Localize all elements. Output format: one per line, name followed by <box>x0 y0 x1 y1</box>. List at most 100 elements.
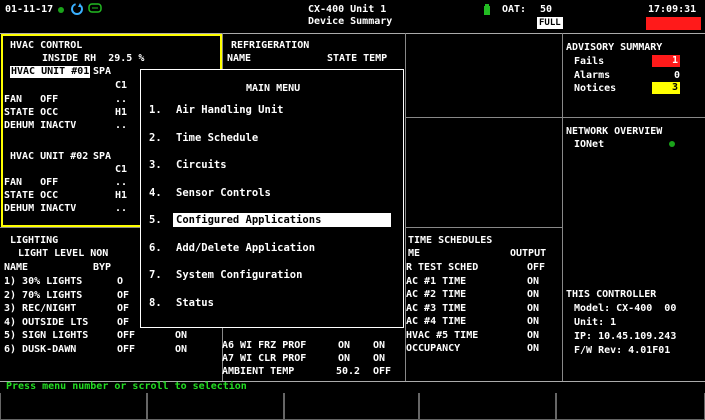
battery-icon <box>483 4 491 16</box>
refrigeration-row-temp: ON <box>373 340 386 351</box>
menu-item-number[interactable]: 2. <box>149 132 162 144</box>
menu-item-label[interactable]: Circuits <box>176 159 227 171</box>
oat-value: 50 <box>540 4 553 15</box>
lighting-row-name[interactable]: 5) SIGN LIGHTS <box>4 330 88 342</box>
lighting-row-name[interactable]: 1) 30% LIGHTS <box>4 276 82 288</box>
menu-item-label[interactable]: Add/Delete Application <box>176 242 315 254</box>
inside-rh: INSIDE RH 29.5 % <box>42 53 145 64</box>
hvac-unit-01-spa: SPA <box>93 66 112 77</box>
softkey-5[interactable] <box>556 393 705 420</box>
lighting-row-state: OF <box>117 316 130 328</box>
softkey-3[interactable] <box>284 393 419 420</box>
schedule-row-name[interactable]: AC #2 TIME <box>406 289 466 301</box>
menu-item-number[interactable]: 3. <box>149 159 162 171</box>
lighting-row-state: OFF <box>117 343 136 355</box>
lighting-row-state: OF <box>117 289 130 301</box>
lighting-row-name[interactable]: 6) DUSK-DAWN <box>4 344 76 356</box>
menu-item-label[interactable]: Time Schedule <box>176 132 258 144</box>
fails-label: Fails <box>574 56 605 67</box>
alarms-count[interactable]: 0 <box>674 70 680 82</box>
controller-model: Model: CX-400 00 <box>574 303 677 314</box>
time-schedules-col-output: OUTPUT <box>510 248 547 259</box>
hvac-unit-01-fan: FAN OFF <box>4 94 59 105</box>
hvac-unit-02-dehum-value: .. <box>115 203 128 214</box>
main-menu-dialog[interactable]: MAIN MENU 1. Air Handling Unit 2. Time Sche… <box>140 69 404 328</box>
menu-item-label[interactable]: Configured Applications <box>176 214 321 226</box>
network-header: NETWORK OVERVIEW <box>566 126 663 137</box>
lighting-row-name[interactable]: 4) OUTSIDE LTS <box>4 317 88 329</box>
menu-item-number[interactable]: 7. <box>149 269 162 281</box>
hvac-unit-01-state-value: H1 <box>115 107 128 118</box>
refresh-icon[interactable] <box>70 2 84 16</box>
refrigeration-row-state: ON <box>338 353 351 364</box>
softkey-2[interactable] <box>147 393 284 420</box>
hvac-unit-01-dehum-value: .. <box>115 120 128 131</box>
menu-item-number[interactable]: 8. <box>149 297 162 309</box>
softkey-4[interactable] <box>419 393 556 420</box>
lighting-header: LIGHTING <box>10 235 59 246</box>
clock-time: 17:09:31 <box>648 4 697 15</box>
menu-item-label[interactable]: System Configuration <box>176 269 302 281</box>
lighting-row-state: OF <box>117 303 130 314</box>
lighting-row-state: O <box>117 276 124 287</box>
status-prompt: Press menu number or scroll to selection <box>6 381 247 392</box>
hvac-header: HVAC CONTROL <box>10 40 83 51</box>
controller-title: CX-400 Unit 1 <box>308 4 387 15</box>
schedule-row-output: OFF <box>527 262 546 273</box>
ionet-label: IONet <box>574 139 605 150</box>
menu-item-label[interactable]: Air Handling Unit <box>176 104 283 116</box>
schedule-row-output: ON <box>527 275 540 287</box>
menu-item-number[interactable]: 6. <box>149 242 162 254</box>
controller-ip: IP: 10.45.109.243 <box>574 331 677 342</box>
hvac-unit-01-dehum: DEHUM INACTV <box>4 120 77 131</box>
lighting-row-name[interactable]: 2) 70% LIGHTS <box>4 290 82 302</box>
notices-count[interactable]: 3 <box>652 82 680 94</box>
refrigeration-row-name[interactable]: AMBIENT TEMP <box>222 366 294 378</box>
oat-label: OAT: <box>502 4 527 15</box>
alarm-indicator[interactable] <box>646 17 701 30</box>
hvac-unit-02-label[interactable]: HVAC UNIT #02 <box>10 151 88 163</box>
lighting-row-override: ON <box>175 330 188 341</box>
hvac-unit-01-state: STATE OCC <box>4 107 59 118</box>
hvac-unit-02-state-value: H1 <box>115 190 128 201</box>
main-menu-title: MAIN MENU <box>246 83 301 94</box>
schedule-row-output: ON <box>527 329 540 341</box>
page-title: Device Summary <box>308 16 393 27</box>
hvac-unit-02-spa: SPA <box>93 151 112 162</box>
refrigeration-row-state: ON <box>338 340 351 351</box>
controller-header: THIS CONTROLLER <box>566 289 657 300</box>
menu-item-number[interactable]: 1. <box>149 104 162 116</box>
schedule-row-name[interactable]: R TEST SCHED <box>406 262 478 274</box>
hvac-unit-01-c1: C1 <box>115 80 128 91</box>
schedule-row-name[interactable]: AC #4 TIME <box>406 316 466 328</box>
menu-item-label[interactable]: Sensor Controls <box>176 187 271 199</box>
schedule-row-name[interactable]: HVAC #5 TIME <box>406 330 478 342</box>
schedule-row-output: ON <box>527 302 540 314</box>
refrigeration-row-name[interactable]: A6 WI FRZ PROF <box>222 340 306 352</box>
lighting-row-override: ON <box>175 343 188 355</box>
hvac-unit-01-fan-value: .. <box>115 94 128 105</box>
schedule-row-name[interactable]: AC #3 TIME <box>406 303 466 315</box>
controller-firmware: F/W Rev: 4.01F01 <box>574 345 671 356</box>
softkey-1[interactable] <box>0 393 147 420</box>
schedule-row-output: ON <box>527 343 540 354</box>
top-bar: 01-11-17 CX-400 Unit 1 Device Summary OA… <box>0 0 705 33</box>
hvac-unit-01-label[interactable]: HVAC UNIT #01 <box>10 66 91 78</box>
menu-item-label[interactable]: Status <box>176 297 214 309</box>
lighting-row-name[interactable]: 3) REC/NIGHT <box>4 303 76 315</box>
refrigeration-row-temp: ON <box>373 353 386 364</box>
network-status-icon <box>669 141 675 147</box>
hvac-unit-02-fan: FAN OFF <box>4 177 59 188</box>
menu-item-number[interactable]: 5. <box>149 214 162 226</box>
schedule-row-name[interactable]: OCCUPANCY <box>406 343 460 355</box>
lighting-row-state: OFF <box>117 330 136 341</box>
monitor-icon[interactable] <box>88 3 102 14</box>
fails-count[interactable]: 1 <box>652 55 680 67</box>
schedule-row-name[interactable]: AC #1 TIME <box>406 276 466 288</box>
refrigeration-row-name[interactable]: A7 WI CLR PROF <box>222 353 306 365</box>
refrigeration-col-state-temp: STATE TEMP <box>327 53 388 64</box>
date-text: 01-11-17 <box>5 4 54 15</box>
time-schedules-col-name: ME <box>408 248 421 259</box>
schedule-row-output: ON <box>527 316 540 327</box>
menu-item-number[interactable]: 4. <box>149 187 162 199</box>
